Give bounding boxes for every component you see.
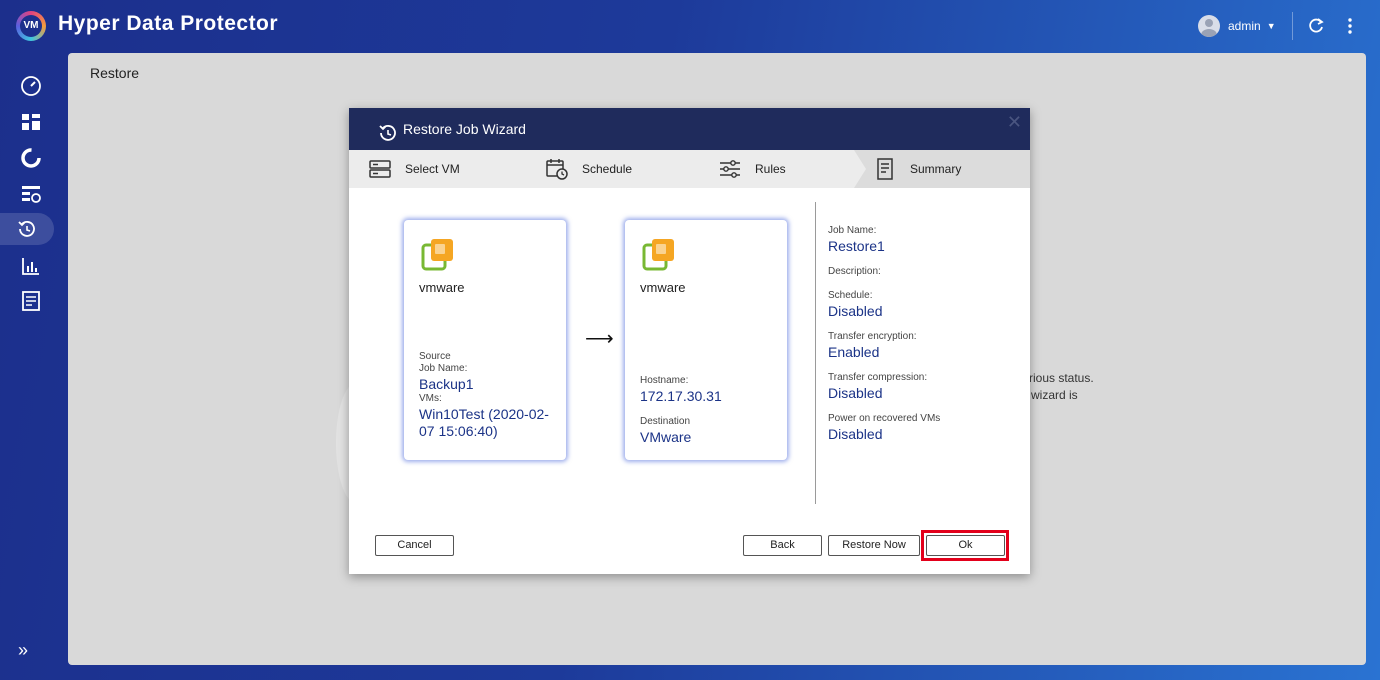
- step-rules[interactable]: Rules: [719, 150, 786, 188]
- summary-job-name: Restore1: [828, 238, 885, 254]
- summary-schedule: Disabled: [828, 303, 883, 319]
- summary-encryption: Enabled: [828, 344, 880, 360]
- vm-vendor-name: vmware: [640, 280, 686, 295]
- vms-label: VMs:: [419, 393, 442, 404]
- dialog-header: Restore Job Wizard ✕: [349, 108, 1030, 150]
- page-title: Restore: [90, 65, 140, 81]
- wizard-steps: Select VM Schedule Rules Summary: [349, 150, 1030, 188]
- step-label: Summary: [910, 162, 962, 176]
- log-icon[interactable]: [8, 285, 54, 317]
- summary-divider: [815, 202, 816, 504]
- arrow-right-icon: ⟶: [585, 328, 614, 350]
- app-header: VM Hyper Data Protector admin ▼: [0, 0, 1380, 52]
- header-divider: [1292, 12, 1293, 40]
- app-title: Hyper Data Protector: [58, 12, 279, 35]
- dialog-title: Restore Job Wizard: [403, 121, 526, 137]
- vmware-logo-icon: [421, 239, 453, 271]
- source-vm-card: vmware Source Job Name: Backup1 VMs: Win…: [404, 220, 566, 460]
- summary-description-label: Description:: [828, 266, 881, 277]
- step-label: Select VM: [405, 162, 460, 176]
- background-text: rious status.: [1029, 371, 1094, 385]
- backup-icon[interactable]: [8, 142, 54, 174]
- vmware-logo-icon: [642, 239, 674, 271]
- caret-down-icon: ▼: [1266, 21, 1276, 31]
- cancel-button[interactable]: Cancel: [375, 535, 454, 556]
- job-name-label: Job Name:: [419, 363, 468, 374]
- restore-now-button[interactable]: Restore Now: [828, 535, 920, 556]
- destination-type: VMware: [640, 429, 692, 445]
- background-text: wizard is: [1031, 388, 1078, 402]
- report-icon[interactable]: [8, 250, 54, 282]
- refresh-icon[interactable]: [1306, 16, 1326, 36]
- summary-power-on-label: Power on recovered VMs: [828, 413, 941, 424]
- destination-vm-card: vmware Hostname: 172.17.30.31 Destinatio…: [625, 220, 787, 460]
- summary-power-on: Disabled: [828, 426, 883, 442]
- app-logo: VM: [16, 11, 46, 41]
- summary-compression-label: Transfer compression:: [828, 372, 928, 383]
- destination-hostname: 172.17.30.31: [640, 388, 722, 404]
- expand-sidebar-icon[interactable]: »: [18, 640, 28, 661]
- user-name: admin: [1228, 19, 1261, 33]
- destination-label: Destination: [640, 416, 691, 427]
- app-logo-text: VM: [20, 15, 42, 37]
- step-schedule[interactable]: Schedule: [546, 150, 632, 188]
- user-menu[interactable]: admin ▼: [1198, 15, 1276, 37]
- summary-job-name-label: Job Name:: [828, 225, 877, 236]
- close-icon[interactable]: ✕: [1007, 112, 1022, 133]
- summary-compression: Disabled: [828, 385, 883, 401]
- step-select-vm[interactable]: Select VM: [369, 150, 460, 188]
- source-job-name: Backup1: [419, 376, 474, 392]
- restore-job-wizard-dialog: Restore Job Wizard ✕ Select VM Schedule …: [349, 108, 1030, 574]
- summary-list-icon: [877, 158, 893, 180]
- dashboard-gauge-icon[interactable]: [8, 70, 54, 102]
- restore-icon: [377, 122, 399, 144]
- overview-grid-icon[interactable]: [8, 106, 54, 138]
- ok-button-highlight: [921, 530, 1009, 561]
- source-vms: Win10Test (2020-02-07 15:06:40): [419, 406, 549, 439]
- server-icon: [369, 160, 391, 178]
- sidebar: »: [0, 52, 62, 680]
- restore-icon[interactable]: [0, 213, 54, 245]
- calendar-clock-icon: [546, 159, 568, 180]
- step-label: Schedule: [582, 162, 633, 176]
- more-options-icon[interactable]: [1340, 16, 1360, 36]
- replication-icon[interactable]: [8, 178, 54, 210]
- vm-vendor-name: vmware: [419, 280, 465, 295]
- hostname-label: Hostname:: [640, 375, 689, 386]
- source-caption: Source: [419, 351, 451, 362]
- back-button[interactable]: Back: [743, 535, 822, 556]
- avatar: [1198, 15, 1220, 37]
- summary-encryption-label: Transfer encryption:: [828, 331, 917, 342]
- sliders-icon: [720, 160, 740, 178]
- step-label: Rules: [755, 162, 786, 176]
- summary-schedule-label: Schedule:: [828, 290, 873, 301]
- step-summary[interactable]: Summary: [874, 150, 961, 188]
